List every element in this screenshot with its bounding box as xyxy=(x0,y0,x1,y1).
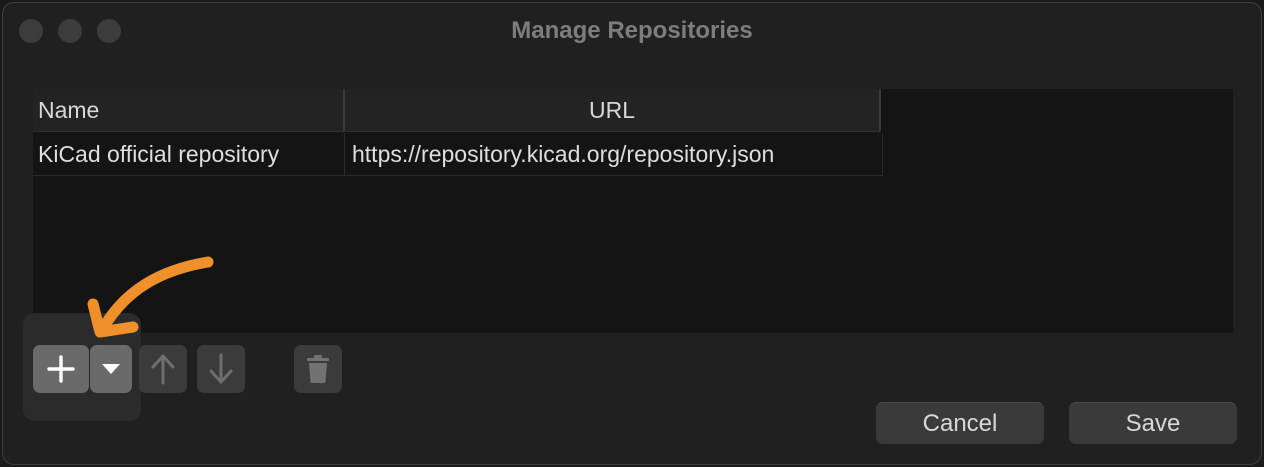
add-options-dropdown-button[interactable] xyxy=(90,345,132,393)
delete-repository-button[interactable] xyxy=(294,345,342,393)
table-row[interactable]: KiCad official repository https://reposi… xyxy=(33,133,883,176)
column-header-name[interactable]: Name xyxy=(33,89,345,131)
column-header-url[interactable]: URL xyxy=(345,89,881,131)
add-repository-button[interactable] xyxy=(33,345,89,393)
move-down-button[interactable] xyxy=(197,345,245,393)
table-header: Name URL xyxy=(33,89,881,132)
repository-url-cell[interactable]: https://repository.kicad.org/repository.… xyxy=(345,133,883,175)
title-bar: Manage Repositories xyxy=(3,3,1261,59)
arrow-up-icon xyxy=(151,354,175,385)
manage-repositories-dialog: Manage Repositories Name URL KiCad offic… xyxy=(2,2,1262,465)
arrow-down-icon xyxy=(209,353,233,384)
cancel-button[interactable]: Cancel xyxy=(876,402,1044,444)
window-title: Manage Repositories xyxy=(511,17,753,44)
move-up-button[interactable] xyxy=(139,345,187,393)
repositories-table[interactable]: Name URL KiCad official repository https… xyxy=(33,89,1233,333)
save-button[interactable]: Save xyxy=(1069,402,1237,444)
trash-icon xyxy=(307,355,329,383)
triangle-down-icon xyxy=(102,364,120,374)
repository-name-cell[interactable]: KiCad official repository xyxy=(33,133,345,175)
plus-icon xyxy=(47,355,75,383)
